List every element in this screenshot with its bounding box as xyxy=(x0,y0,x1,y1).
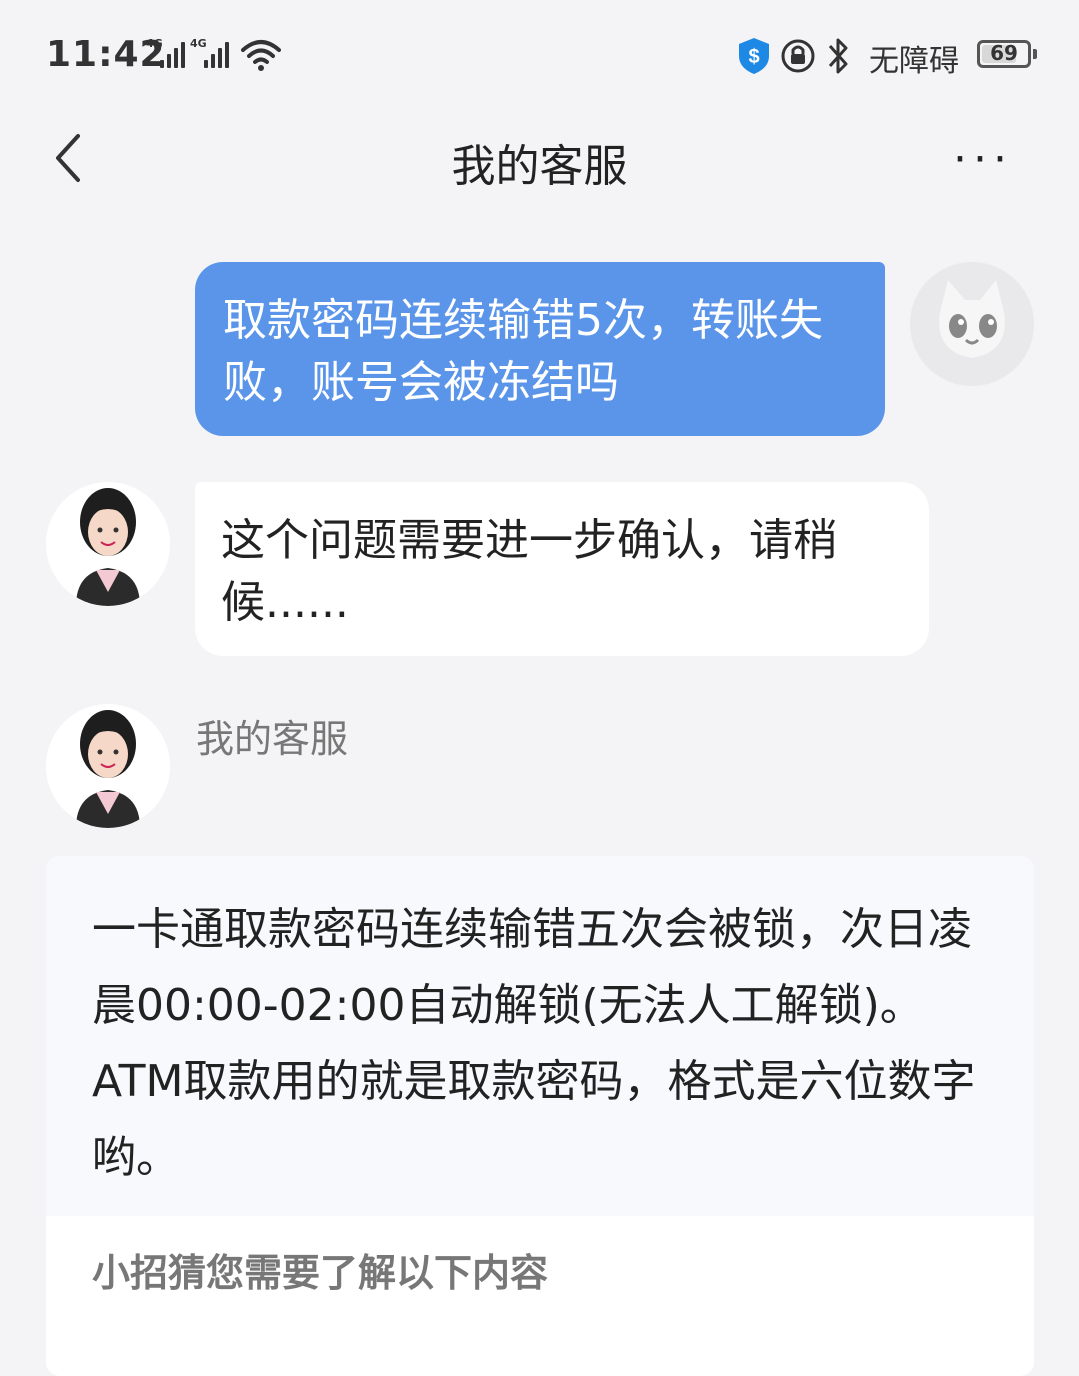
agent-avatar xyxy=(46,704,170,828)
user-avatar xyxy=(910,262,1034,386)
rotation-lock-icon xyxy=(781,39,815,73)
battery-tip xyxy=(1033,49,1037,59)
wifi-icon xyxy=(241,40,281,71)
security-shield-icon: $ xyxy=(739,38,769,74)
battery-level: 69 xyxy=(990,41,1018,65)
battery-icon: 69 xyxy=(977,40,1031,68)
status-bar: 11:42 4G 4G $ 无障碍 69 xyxy=(0,0,1079,110)
accessibility-label: 无障碍 xyxy=(869,44,959,79)
cat-avatar-icon xyxy=(910,262,1034,386)
answer-card: 一卡通取款密码连续输错五次会被锁，次日凌晨00:00-02:00自动解锁(无法人… xyxy=(46,856,1034,1376)
agent-photo-icon xyxy=(46,704,170,828)
suggestion-title: 小招猜您需要了解以下内容 xyxy=(92,1251,549,1295)
answer-text: 一卡通取款密码连续输错五次会被锁，次日凌晨00:00-02:00自动解锁(无法人… xyxy=(46,856,1034,1216)
agent-avatar xyxy=(46,482,170,606)
page-title: 我的客服 xyxy=(451,141,628,192)
agent-name-label: 我的客服 xyxy=(196,717,349,761)
bluetooth-icon xyxy=(828,38,848,74)
user-message-bubble: 取款密码连续输错5次，转账失败，账号会被冻结吗 xyxy=(195,262,885,436)
nav-bar: 我的客服 ··· xyxy=(0,110,1079,210)
more-menu-button[interactable]: ··· xyxy=(953,134,1013,185)
agent-message-bubble: 这个问题需要进一步确认，请稍候...... xyxy=(195,482,929,656)
agent-photo-icon xyxy=(46,482,170,606)
svg-text:$: $ xyxy=(748,46,759,68)
